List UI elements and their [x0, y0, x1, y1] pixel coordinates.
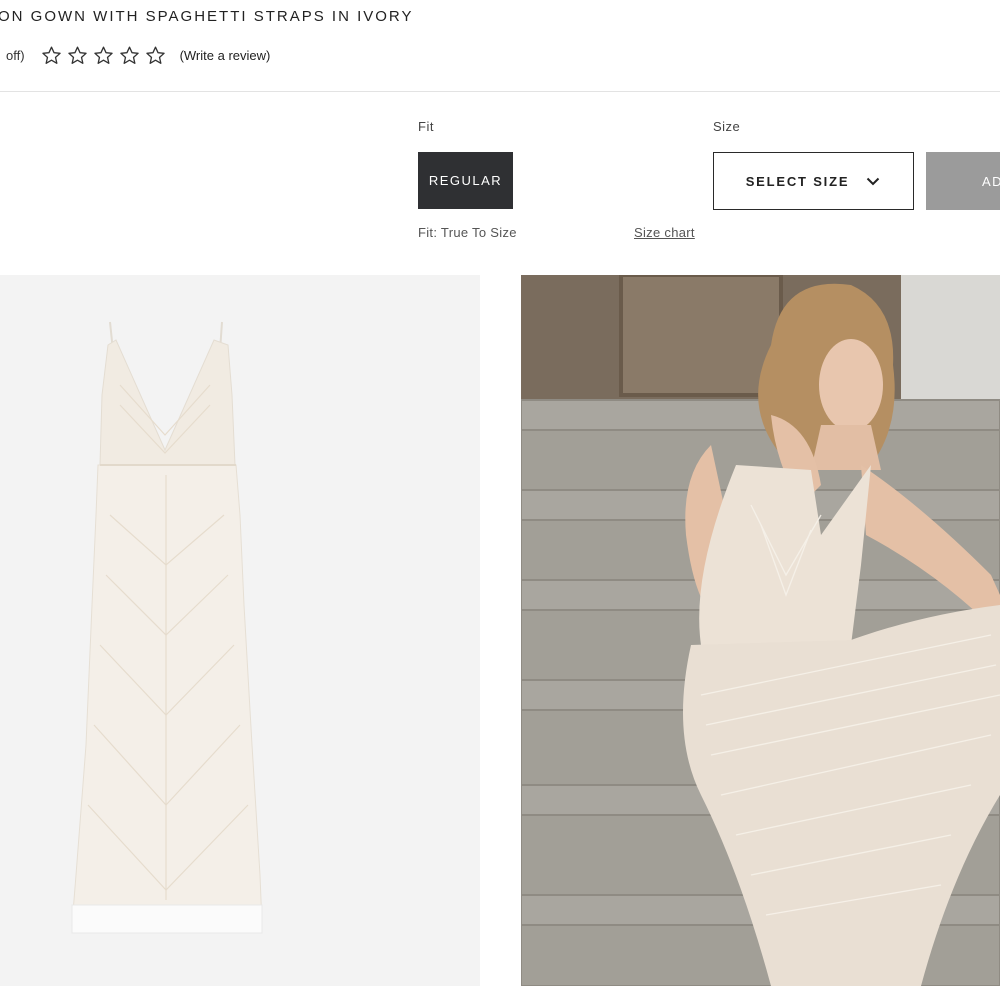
- star-rating[interactable]: [41, 45, 166, 66]
- header-divider: [0, 91, 1000, 92]
- star-outline-icon[interactable]: [145, 45, 166, 66]
- rating-row: off) (Write a review): [6, 44, 270, 66]
- star-outline-icon[interactable]: [67, 45, 88, 66]
- product-title: ON GOWN WITH SPAGHETTI STRAPS IN IVORY: [0, 8, 414, 25]
- discount-text: off): [6, 47, 25, 63]
- size-chart-link[interactable]: Size chart: [634, 225, 695, 240]
- add-to-bag-button[interactable]: AD: [926, 152, 1000, 210]
- write-review-link[interactable]: (Write a review): [180, 48, 271, 63]
- star-outline-icon[interactable]: [119, 45, 140, 66]
- chevron-down-icon: [867, 177, 880, 186]
- size-label: Size: [713, 119, 741, 134]
- fit-note: Fit: True To Size: [418, 225, 517, 240]
- size-select-dropdown[interactable]: SELECT SIZE: [713, 152, 914, 210]
- fit-regular-button[interactable]: REGULAR: [418, 152, 513, 209]
- model-lifestyle-image[interactable]: [521, 275, 1000, 986]
- dress-illustration: [0, 275, 480, 986]
- star-outline-icon[interactable]: [41, 45, 62, 66]
- product-flat-image[interactable]: [0, 275, 480, 986]
- size-select-label: SELECT SIZE: [745, 173, 850, 189]
- model-on-stairs-illustration: [521, 275, 1000, 986]
- star-outline-icon[interactable]: [93, 45, 114, 66]
- fit-label: Fit: [418, 119, 434, 134]
